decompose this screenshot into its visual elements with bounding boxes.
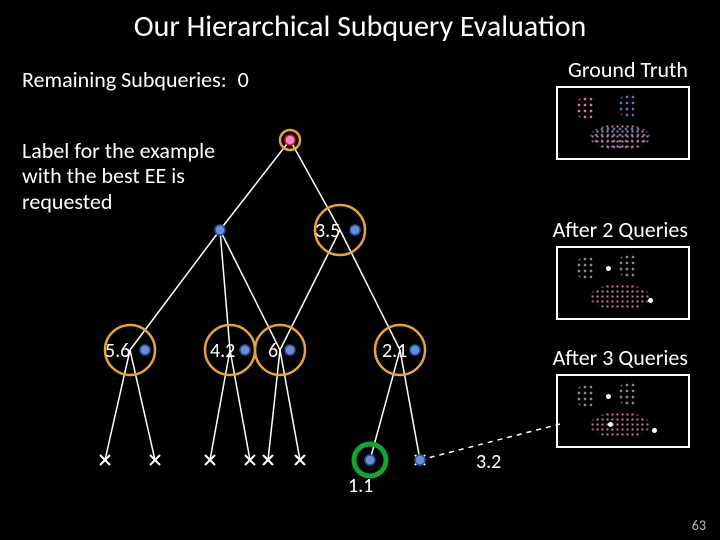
- node-label-21: 2.1: [382, 339, 407, 363]
- x-icon: [100, 455, 110, 465]
- node-label-42: 4.2: [210, 339, 235, 363]
- node-label-11: 1.1: [348, 474, 373, 498]
- node-label-6: 6: [268, 339, 278, 363]
- tree-diagram: 3.5 5.6 4.2 6 2.1 1.1 3.2: [0, 0, 720, 540]
- node-label-32: 3.2: [476, 450, 501, 474]
- slide-number: 63: [692, 517, 706, 534]
- x-icon: [150, 455, 160, 465]
- node-label-56: 5.6: [105, 339, 130, 363]
- node-label-35: 3.5: [315, 219, 340, 243]
